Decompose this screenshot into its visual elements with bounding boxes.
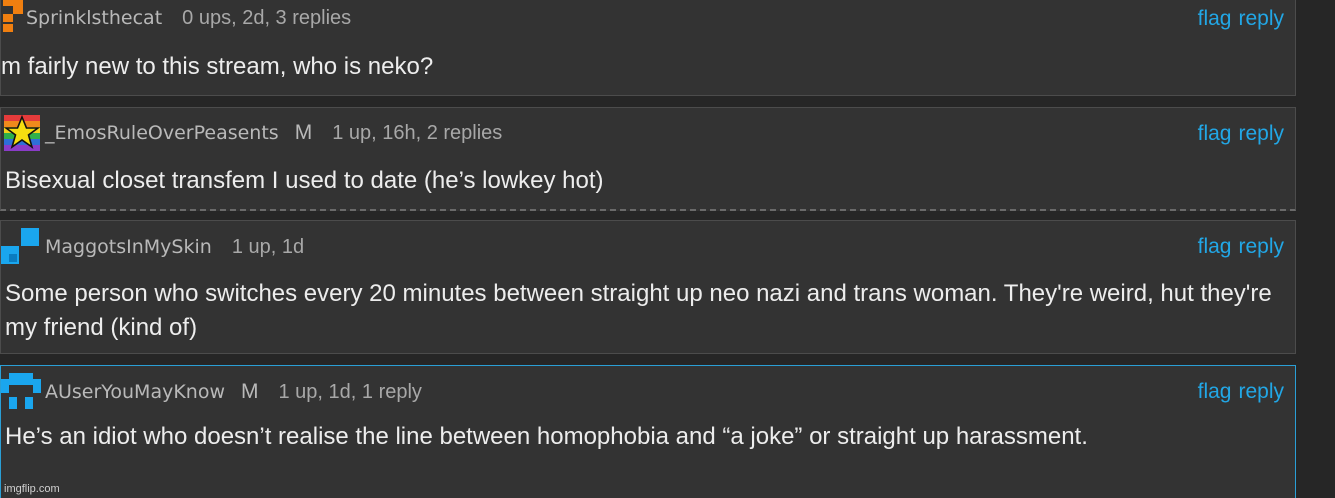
cyan-pixel-avatar-icon[interactable]	[1, 373, 41, 411]
reply-link[interactable]: reply	[1238, 122, 1284, 145]
comment-username[interactable]: AUserYouMayKnow	[45, 381, 225, 403]
watermark: imgflip.com	[4, 483, 60, 495]
comment-body: Bisexual closet transfem I used to date …	[5, 167, 604, 194]
mod-badge: M	[241, 380, 259, 403]
comment-card: Sprinklsthecat 0 ups, 2d, 3 replies flag…	[0, 0, 1296, 96]
comment-actions: flag reply	[1198, 235, 1284, 259]
comment-username[interactable]: Sprinklsthecat	[26, 7, 162, 29]
comment-body: He’s an idiot who doesn’t realise the li…	[5, 423, 1088, 450]
flag-link[interactable]: flag	[1198, 235, 1232, 258]
comment-actions: flag reply	[1198, 7, 1284, 31]
reply-link[interactable]: reply	[1238, 235, 1284, 258]
reply-link[interactable]: reply	[1238, 380, 1284, 403]
rainbow-star-avatar-icon[interactable]	[4, 115, 40, 151]
mod-badge: M	[294, 121, 313, 144]
comment-card: _EmosRuleOverPeasents M 1 up, 16h, 2 rep…	[0, 107, 1296, 211]
comment-username[interactable]: _EmosRuleOverPeasents	[45, 122, 279, 144]
comment-thread: Sprinklsthecat 0 ups, 2d, 3 replies flag…	[0, 0, 1335, 498]
comment-stats: 1 up, 1d, 1 reply	[278, 380, 422, 403]
reply-link[interactable]: reply	[1238, 7, 1284, 30]
flag-link[interactable]: flag	[1198, 7, 1232, 30]
comment-card: MaggotsInMySkin 1 up, 1d flag reply Some …	[0, 220, 1296, 354]
comment-card: AUserYouMayKnow M 1 up, 1d, 1 reply flag…	[0, 365, 1296, 498]
comment-username[interactable]: MaggotsInMySkin	[45, 236, 212, 258]
comment-stats: 0 ups, 2d, 3 replies	[182, 6, 352, 29]
comment-body: m fairly new to this stream, who is neko…	[1, 53, 434, 80]
comment-body: Some person who switches every 20 minute…	[5, 280, 1272, 341]
flag-link[interactable]: flag	[1198, 122, 1232, 145]
comment-stats: 1 up, 16h, 2 replies	[332, 121, 503, 144]
comment-stats: 1 up, 1d	[231, 235, 305, 258]
flag-link[interactable]: flag	[1198, 380, 1232, 403]
orange-pixel-avatar-icon[interactable]	[3, 0, 25, 32]
comment-actions: flag reply	[1198, 380, 1284, 404]
comment-actions: flag reply	[1198, 122, 1284, 146]
blue-pixel-avatar-icon[interactable]	[1, 228, 41, 266]
